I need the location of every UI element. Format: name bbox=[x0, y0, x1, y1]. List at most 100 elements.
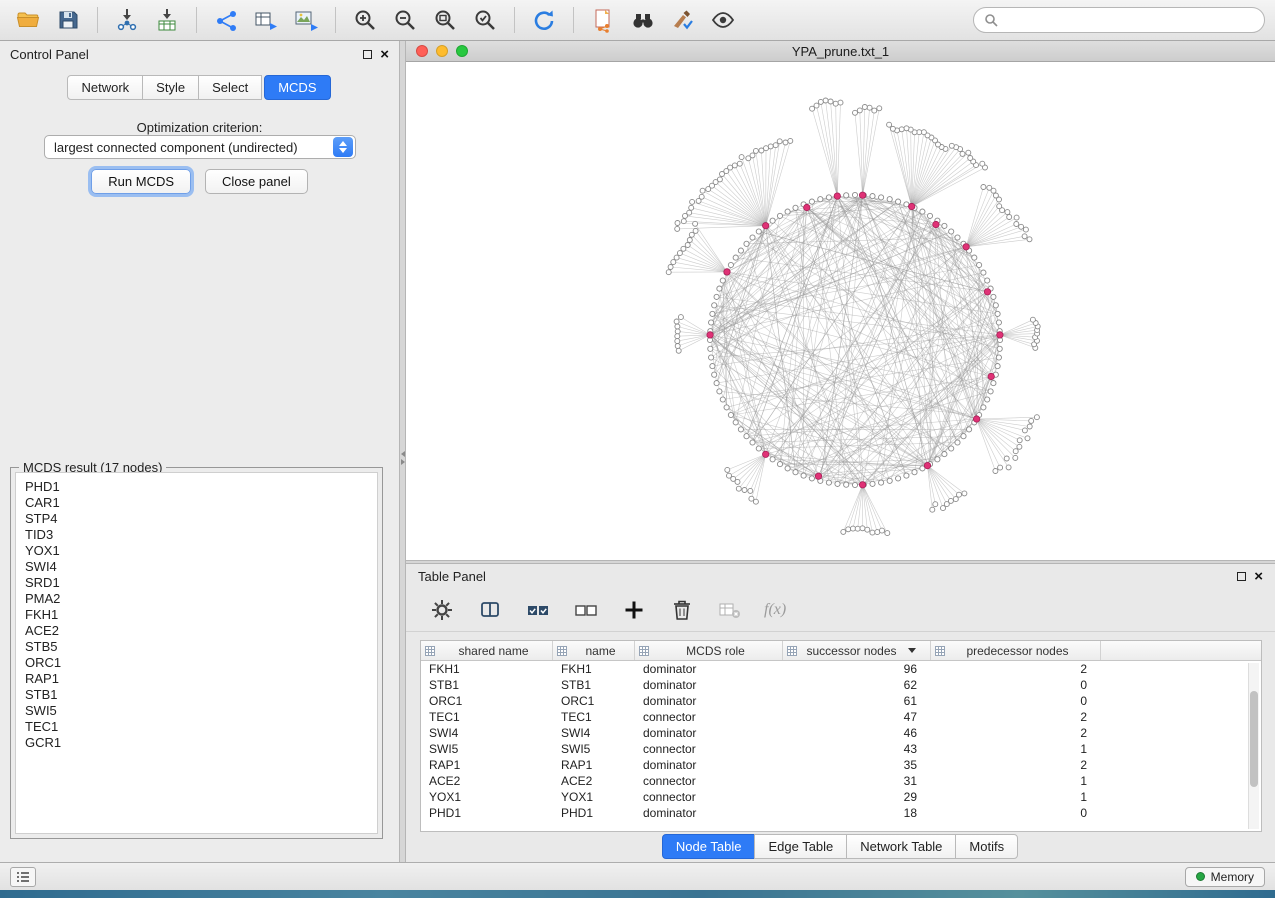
sort-icon bbox=[787, 646, 797, 656]
search-input[interactable] bbox=[1004, 12, 1254, 29]
sort-icon bbox=[425, 646, 435, 656]
table-row[interactable]: STB1STB1dominator620 bbox=[421, 677, 1261, 693]
mcds-node-item[interactable]: TEC1 bbox=[16, 719, 377, 735]
mcds-node-item[interactable]: SRD1 bbox=[16, 575, 377, 591]
table-cell: 29 bbox=[783, 790, 931, 804]
zoom-fit-icon[interactable] bbox=[427, 4, 463, 36]
share-network-icon[interactable] bbox=[208, 4, 244, 36]
zoom-out-icon[interactable] bbox=[387, 4, 423, 36]
export-image-icon[interactable] bbox=[288, 4, 324, 36]
table-cell: 2 bbox=[931, 662, 1101, 676]
mcds-node-item[interactable]: TID3 bbox=[16, 527, 377, 543]
tab-motifs[interactable]: Motifs bbox=[955, 834, 1018, 859]
table-row[interactable]: FKH1FKH1dominator962 bbox=[421, 661, 1261, 677]
close-panel-icon[interactable]: × bbox=[380, 47, 389, 62]
import-table-icon[interactable] bbox=[149, 4, 185, 36]
tab-network-table[interactable]: Network Table bbox=[846, 834, 956, 859]
import-network-icon[interactable] bbox=[109, 4, 145, 36]
table-cell: TEC1 bbox=[553, 710, 635, 724]
mcds-node-item[interactable]: STB5 bbox=[16, 639, 377, 655]
table-cell: 1 bbox=[931, 742, 1101, 756]
table-row[interactable]: SWI5SWI5connector431 bbox=[421, 741, 1261, 757]
mcds-node-item[interactable]: STB1 bbox=[16, 687, 377, 703]
delete-table-icon-disabled bbox=[716, 596, 744, 624]
tab-edge-table[interactable]: Edge Table bbox=[754, 834, 847, 859]
table-cell: 18 bbox=[783, 806, 931, 820]
find-icon[interactable] bbox=[625, 4, 661, 36]
float-table-panel-icon[interactable] bbox=[1237, 572, 1246, 581]
mcds-node-item[interactable]: RAP1 bbox=[16, 671, 377, 687]
memory-button[interactable]: Memory bbox=[1185, 867, 1265, 887]
criterion-value: largest connected component (undirected) bbox=[54, 140, 298, 155]
table-row[interactable]: TEC1TEC1connector472 bbox=[421, 709, 1261, 725]
mcds-node-item[interactable]: PMA2 bbox=[16, 591, 377, 607]
network-from-table-icon[interactable] bbox=[248, 4, 284, 36]
network-view[interactable] bbox=[406, 62, 1275, 560]
mcds-node-item[interactable]: SWI4 bbox=[16, 559, 377, 575]
mcds-result-list[interactable]: PHD1CAR1STP4TID3YOX1SWI4SRD1PMA2FKH1ACE2… bbox=[15, 472, 378, 834]
table-row[interactable]: SWI4SWI4dominator462 bbox=[421, 725, 1261, 741]
table-cell: SWI4 bbox=[421, 726, 553, 740]
table-panel-header: Table Panel × bbox=[406, 564, 1275, 588]
column-header-successor-nodes[interactable]: successor nodes bbox=[783, 641, 931, 660]
share-document-icon[interactable] bbox=[585, 4, 621, 36]
zoom-in-icon[interactable] bbox=[347, 4, 383, 36]
close-panel-button[interactable]: Close panel bbox=[205, 169, 308, 194]
column-header-shared-name[interactable]: shared name bbox=[421, 641, 553, 660]
table-cell: 1 bbox=[931, 790, 1101, 804]
add-column-icon[interactable] bbox=[620, 596, 648, 624]
search-box[interactable] bbox=[973, 7, 1265, 33]
mcds-node-item[interactable]: CAR1 bbox=[16, 495, 377, 511]
delete-column-icon[interactable] bbox=[668, 596, 696, 624]
deselect-all-rows-icon[interactable] bbox=[572, 596, 600, 624]
open-folder-icon[interactable] bbox=[10, 4, 46, 36]
table-cell: 2 bbox=[931, 710, 1101, 724]
column-header-name[interactable]: name bbox=[553, 641, 635, 660]
select-all-rows-icon[interactable] bbox=[524, 596, 552, 624]
column-header-mcds-role[interactable]: MCDS role bbox=[635, 641, 783, 660]
table-row[interactable]: YOX1YOX1connector291 bbox=[421, 789, 1261, 805]
refresh-layout-icon[interactable] bbox=[526, 4, 562, 36]
tab-network[interactable]: Network bbox=[67, 75, 143, 100]
network-canvas bbox=[406, 62, 1275, 560]
mcds-node-item[interactable]: STP4 bbox=[16, 511, 377, 527]
show-hide-icon[interactable] bbox=[705, 4, 741, 36]
mcds-node-item[interactable]: SWI5 bbox=[16, 703, 377, 719]
save-session-icon[interactable] bbox=[50, 4, 86, 36]
table-row[interactable]: ACE2ACE2connector311 bbox=[421, 773, 1261, 789]
table-cell: SWI5 bbox=[553, 742, 635, 756]
tab-style[interactable]: Style bbox=[142, 75, 199, 100]
zoom-selected-icon[interactable] bbox=[467, 4, 503, 36]
table-cell: SWI5 bbox=[421, 742, 553, 756]
desktop-wallpaper-strip bbox=[0, 890, 1275, 898]
sort-icon bbox=[557, 646, 567, 656]
status-bar: Memory bbox=[0, 862, 1275, 890]
apply-style-icon[interactable] bbox=[665, 4, 701, 36]
table-scrollbar-thumb[interactable] bbox=[1250, 691, 1258, 787]
float-panel-icon[interactable] bbox=[363, 50, 372, 59]
run-mcds-button[interactable]: Run MCDS bbox=[91, 169, 191, 194]
table-row[interactable]: PHD1PHD1dominator180 bbox=[421, 805, 1261, 821]
table-row[interactable]: RAP1RAP1dominator352 bbox=[421, 757, 1261, 773]
table-cell: PHD1 bbox=[553, 806, 635, 820]
main-toolbar bbox=[0, 0, 1275, 41]
column-header-predecessor-nodes[interactable]: predecessor nodes bbox=[931, 641, 1101, 660]
tab-mcds[interactable]: MCDS bbox=[264, 75, 330, 100]
tab-select[interactable]: Select bbox=[198, 75, 262, 100]
mcds-node-item[interactable]: YOX1 bbox=[16, 543, 377, 559]
table-settings-gear-icon[interactable] bbox=[428, 596, 456, 624]
close-table-panel-icon[interactable]: × bbox=[1254, 569, 1263, 584]
table-scrollbar[interactable] bbox=[1248, 663, 1259, 829]
table-cell: 0 bbox=[931, 806, 1101, 820]
tab-node-table[interactable]: Node Table bbox=[662, 834, 756, 859]
mcds-node-item[interactable]: ACE2 bbox=[16, 623, 377, 639]
mcds-node-item[interactable]: ORC1 bbox=[16, 655, 377, 671]
criterion-dropdown[interactable]: largest connected component (undirected) bbox=[44, 135, 356, 159]
mcds-node-item[interactable]: GCR1 bbox=[16, 735, 377, 751]
task-history-icon[interactable] bbox=[10, 867, 36, 887]
mcds-node-item[interactable]: FKH1 bbox=[16, 607, 377, 623]
show-columns-icon[interactable] bbox=[476, 596, 504, 624]
mcds-node-item[interactable]: PHD1 bbox=[16, 479, 377, 495]
table-cell: ORC1 bbox=[421, 694, 553, 708]
table-row[interactable]: ORC1ORC1dominator610 bbox=[421, 693, 1261, 709]
